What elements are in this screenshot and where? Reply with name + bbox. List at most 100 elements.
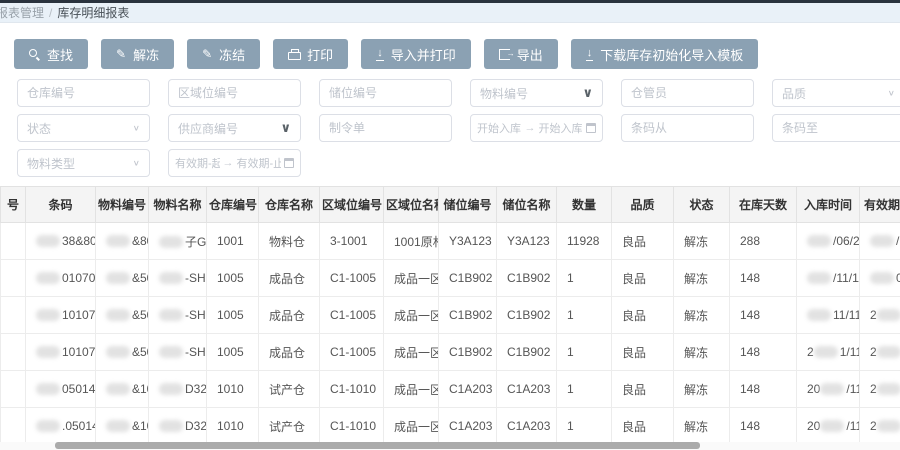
material-type-select-placeholder: 物料类型 (27, 155, 75, 172)
column-header: 条码 (26, 187, 96, 223)
table-cell: -SH1... (149, 297, 207, 334)
table-cell: 101070... (26, 334, 96, 371)
table-row[interactable]: 101070...&5001...-SH1...1005成品仓C1-1005成品… (1, 297, 900, 334)
table-cell: 05/10 (860, 260, 900, 297)
validity-date-range[interactable]: 有效期-起→有效期-止 (168, 149, 301, 177)
redacted-blur (820, 383, 844, 395)
search-icon (29, 49, 40, 60)
table-cell: 148 (730, 297, 797, 334)
search-button[interactable]: 查找 (14, 39, 88, 69)
download-icon: ↓ (376, 48, 384, 61)
barcode-from-input[interactable] (631, 115, 744, 141)
breadcrumb-parent[interactable]: 报表管理 (0, 4, 44, 21)
table-cell: 成品仓 (259, 334, 320, 371)
table-cell: C1-1005 (320, 297, 384, 334)
pencil-icon: ✎ (202, 48, 212, 60)
table-cell: D32-C2 (149, 408, 207, 445)
column-header: 储位编号 (439, 187, 497, 223)
inbound-date-range-end-placeholder: 开始入库... (539, 120, 584, 136)
table-cell: C1B902 (439, 334, 497, 371)
table-cell: /12/21 (860, 223, 900, 260)
redacted-blur (159, 272, 183, 284)
download-template-button-label: 下载库存初始化导入模板 (600, 45, 743, 64)
validity-date-range-start-placeholder: 有效期-起 (175, 155, 220, 171)
table-cell: 解冻 (674, 297, 730, 334)
table-cell: 解冻 (674, 260, 730, 297)
pencil-icon: ✎ (116, 48, 126, 60)
redacted-blur (807, 272, 831, 284)
print-button[interactable]: 打印 (273, 39, 348, 69)
table-cell: 成品仓 (259, 297, 320, 334)
table-cell: 25/10 (860, 334, 900, 371)
redacted-blur (36, 235, 60, 247)
table-cell: &5001... (96, 334, 149, 371)
table-body: 38&801...&801T...子G121001物料仓3-10011001原材… (1, 223, 900, 445)
barcode-to-input[interactable] (782, 115, 895, 141)
table-row[interactable]: .050141...&1034...D32-C21010试产仓C1-1010成品… (1, 408, 900, 445)
column-header: 入库时间 (797, 187, 860, 223)
freeze-button[interactable]: ✎冻结 (187, 39, 260, 69)
table-cell: Y3A123 (439, 223, 497, 260)
search-button-label: 查找 (47, 45, 73, 64)
table-cell (1, 334, 26, 371)
printer-icon (288, 49, 300, 60)
material-type-select[interactable]: 物料类型∨ (17, 149, 150, 177)
inventory-table-wrap: 号条码物料编号物料名称仓库编号仓库名称区域位编号区域位名称储位编号储位名称数量品… (0, 186, 900, 445)
table-row[interactable]: 101070...&5001...-SH1...1005成品仓C1-1005成品… (1, 334, 900, 371)
table-cell (1, 260, 26, 297)
warehouse-no-input[interactable] (27, 80, 140, 106)
redacted-blur (870, 235, 894, 247)
unfreeze-button[interactable]: ✎解冻 (101, 39, 174, 69)
table-cell: 11/11 (797, 297, 860, 334)
redacted-blur (807, 309, 831, 321)
table-cell: C1-1010 (320, 371, 384, 408)
table-cell: 成品一区 (384, 408, 439, 445)
inbound-date-range[interactable]: 开始入库...→开始入库... (470, 114, 603, 142)
print-button-label: 打印 (307, 45, 333, 64)
table-row[interactable]: 38&801...&801T...子G121001物料仓3-10011001原材… (1, 223, 900, 260)
redacted-blur (36, 346, 60, 358)
table-cell: 20/11 (797, 371, 860, 408)
table-cell: 3-1001 (320, 223, 384, 260)
table-cell: 成品一区 (384, 334, 439, 371)
barcode-to-input-box (772, 114, 900, 142)
table-cell (1, 408, 26, 445)
material-no-select[interactable]: 物料编号∨ (470, 79, 603, 107)
quality-select[interactable]: 品质∨ (772, 79, 900, 107)
import-print-button[interactable]: ↓ 导入并打印 (361, 39, 471, 69)
calendar-icon (284, 158, 294, 168)
redacted-blur (814, 346, 838, 358)
redacted-blur (106, 346, 130, 358)
table-cell: C1A203 (497, 408, 557, 445)
table-cell: 试产仓 (259, 371, 320, 408)
horizontal-scrollbar-thumb[interactable] (55, 442, 700, 449)
table-row[interactable]: 01070...&5001...-SH1...1005成品仓C1-1005成品一… (1, 260, 900, 297)
quality-select-placeholder: 品质 (782, 85, 806, 102)
column-header: 物料编号 (96, 187, 149, 223)
table-cell: 试产仓 (259, 408, 320, 445)
storage-location-no-input[interactable] (329, 80, 442, 106)
redacted-blur (877, 383, 900, 395)
table-row[interactable]: 050141...&1034...D32-C21010试产仓C1-1010成品一… (1, 371, 900, 408)
redacted-blur (106, 272, 130, 284)
warehouse-keeper-input[interactable] (631, 80, 744, 106)
import-print-button-label: 导入并打印 (391, 45, 456, 64)
export-button[interactable]: →导出 (484, 39, 558, 69)
column-header: 区域位编号 (320, 187, 384, 223)
table-cell: 子G12 (149, 223, 207, 260)
supplier-no-select[interactable]: 供应商编号∨ (168, 114, 301, 142)
table-cell: 1005 (207, 260, 259, 297)
table-cell: &1034... (96, 371, 149, 408)
table-cell: 良品 (612, 371, 674, 408)
download-template-button[interactable]: ↓下载库存初始化导入模板 (571, 39, 759, 69)
status-select[interactable]: 状态∨ (17, 114, 150, 142)
column-header: 号 (1, 187, 26, 223)
table-cell: 148 (730, 334, 797, 371)
column-header: 物料名称 (149, 187, 207, 223)
redacted-blur (36, 272, 60, 284)
table-cell: 101070... (26, 297, 96, 334)
work-order-input[interactable] (329, 115, 442, 141)
area-location-no-input[interactable] (178, 80, 291, 106)
table-cell: 11928 (557, 223, 612, 260)
toolbar: 查找 ✎解冻 ✎冻结 打印 ↓ 导入并打印 →导出 ↓下载库存初始化导入模板 (0, 23, 900, 69)
